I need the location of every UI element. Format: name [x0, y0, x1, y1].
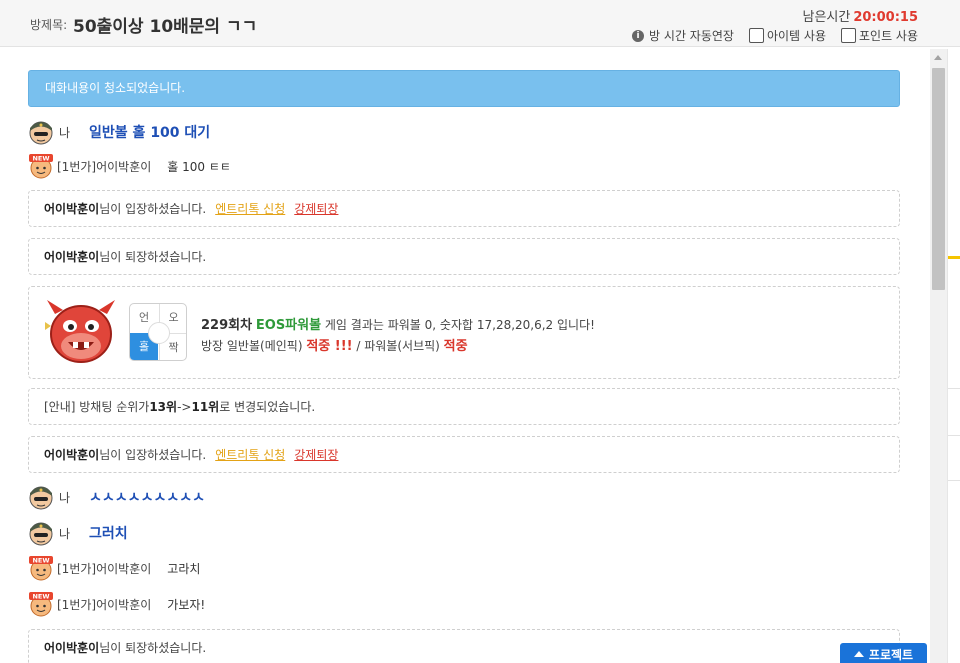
result-main-pick-label: 방장 일반볼(메인픽)	[201, 339, 307, 353]
chat-room-window: 방제목: 50출이상 10배문의 ㄱㄱ 남은시간 20:00:15 i 방 시간 …	[0, 0, 960, 663]
strip-divider	[948, 435, 960, 436]
game-result-card: 언 오 홀 짝 229회차 EOS파워볼 게임 결과는 파워볼 0, 숫자합 1…	[28, 286, 900, 379]
remaining-time-value: 20:00:15	[853, 10, 918, 25]
result-game-name: EOS파워볼	[255, 318, 322, 333]
user-message: NEW [1번가]어이박훈이 가보자!	[28, 591, 205, 617]
user-message-text: 고라치	[167, 561, 201, 576]
my-message: 나 ㅅㅅㅅㅅㅅㅅㅅㅅㅅ	[28, 484, 205, 510]
my-message-text: 일반볼 홀 100 대기	[89, 125, 211, 141]
right-edge-strip	[947, 49, 960, 663]
my-message: 나 그러치	[28, 520, 128, 546]
system-message-enter: 어이박훈이 님이 입장하셨습니다. 엔트리톡 신청 강제퇴장	[28, 436, 900, 473]
chat-scrollbar[interactable]	[930, 49, 947, 663]
new-user-avatar-icon: NEW	[29, 556, 53, 581]
point-use-checkbox[interactable]	[840, 28, 856, 43]
force-kick-link[interactable]: 강제퇴장	[294, 446, 338, 463]
user-name[interactable]: [1번가]어이박훈이	[57, 560, 151, 577]
new-user-avatar-icon: NEW	[29, 592, 53, 617]
soldier-avatar-icon	[29, 486, 53, 510]
result-line-1: 229회차 EOS파워볼 게임 결과는 파워볼 0, 숫자합 17,28,20,…	[201, 314, 595, 333]
result-sub-hit: 적중	[443, 339, 468, 354]
point-use-label: 포인트 사용	[858, 29, 918, 43]
strip-divider	[948, 388, 960, 389]
me-label: 나	[59, 526, 71, 541]
system-text: 님이 퇴장하셨습니다.	[99, 641, 207, 655]
remaining-time-label: 남은시간	[802, 10, 851, 25]
protect-button[interactable]: 프로젝트	[840, 643, 927, 663]
user-message-text: 홀 100 ㅌㅌ	[167, 159, 231, 174]
strip-divider	[948, 480, 960, 481]
system-user-name: 어이박훈이	[44, 448, 100, 462]
arrow-up-icon	[853, 651, 864, 657]
user-message: NEW [1번가]어이박훈이 홀 100 ㅌㅌ	[28, 153, 231, 179]
scrollbar-thumb[interactable]	[932, 68, 945, 290]
me-label: 나	[59, 125, 71, 140]
rank-from: 13위	[149, 400, 178, 414]
system-message-leave: 어이박훈이 님이 퇴장하셨습니다.	[28, 629, 900, 663]
room-options: i 방 시간 자동연장 아이템 사용 포인트 사용	[632, 27, 918, 44]
force-kick-link[interactable]: 강제퇴장	[294, 200, 338, 217]
result-line-2: 방장 일반볼(메인픽) 적중 !!! / 파워볼(서브픽) 적중	[201, 335, 468, 354]
item-use-label: 아이템 사용	[766, 29, 826, 43]
new-user-avatar-icon: NEW	[29, 154, 53, 179]
rank-arrow: ->	[177, 399, 192, 414]
result-main-hit: 적중 !!!	[306, 339, 353, 354]
item-use-checkbox[interactable]	[748, 28, 764, 43]
my-message: 나 일반볼 홀 100 대기	[28, 119, 210, 145]
point-use-option[interactable]: 포인트 사용	[840, 27, 918, 44]
system-user-name: 어이박훈이	[44, 250, 100, 264]
user-name[interactable]: [1번가]어이박훈이	[57, 596, 151, 613]
system-message-leave: 어이박훈이 님이 퇴장하셨습니다.	[28, 238, 900, 275]
svg-text:NEW: NEW	[32, 557, 49, 565]
rank-text: [안내] 방채팅 순위가	[44, 400, 150, 414]
system-text: 님이 입장하셨습니다.	[99, 448, 207, 462]
red-devil-icon	[45, 300, 115, 363]
user-message-text: 가보자!	[167, 597, 206, 612]
auto-extend-label: 방 시간 자동연장	[649, 29, 734, 43]
protect-button-label: 프로젝트	[868, 647, 914, 662]
strip-highlight	[948, 256, 960, 259]
chat-log[interactable]: 대화내용이 청소되었습니다. 나 일반볼 홀 100 대기 NEW [1번가]어…	[0, 49, 930, 663]
rank-to: 11위	[191, 400, 220, 414]
scroll-up-arrow-icon[interactable]	[930, 49, 947, 66]
soldier-avatar-icon	[29, 121, 53, 145]
rank-text-end: 로 변경되었습니다.	[219, 400, 316, 414]
info-icon: i	[632, 29, 645, 42]
soldier-avatar-icon	[29, 522, 53, 546]
svg-text:NEW: NEW	[32, 593, 49, 601]
result-sub-pick-label: / 파워볼(서브픽)	[352, 339, 444, 353]
item-use-option[interactable]: 아이템 사용	[748, 27, 826, 44]
cleared-notice: 대화내용이 청소되었습니다.	[28, 70, 900, 107]
user-name[interactable]: [1번가]어이박훈이	[57, 158, 151, 175]
system-user-name: 어이박훈이	[44, 641, 100, 655]
result-summary: 게임 결과는 파워볼 0, 숫자합 17,28,20,6,2 입니다!	[321, 318, 595, 332]
system-text: 님이 퇴장하셨습니다.	[99, 250, 207, 264]
result-grid: 언 오 홀 짝	[129, 303, 187, 361]
system-message-rank: [안내] 방채팅 순위가 13위 -> 11위 로 변경되었습니다.	[28, 388, 900, 425]
entry-talk-request-link[interactable]: 엔트리톡 신청	[215, 200, 285, 217]
room-header: 방제목: 50출이상 10배문의 ㄱㄱ 남은시간 20:00:15 i 방 시간 …	[0, 0, 960, 47]
room-title-label: 방제목:	[30, 18, 68, 32]
system-user-name: 어이박훈이	[44, 202, 100, 216]
auto-extend-option[interactable]: i 방 시간 자동연장	[632, 27, 734, 44]
my-message-text: ㅅㅅㅅㅅㅅㅅㅅㅅㅅ	[89, 490, 205, 506]
result-round: 229회차	[201, 318, 253, 333]
user-message: NEW [1번가]어이박훈이 고라치	[28, 555, 200, 581]
entry-talk-request-link[interactable]: 엔트리톡 신청	[215, 446, 285, 463]
system-text: 님이 입장하셨습니다.	[99, 202, 207, 216]
remaining-time: 남은시간 20:00:15	[802, 6, 918, 25]
me-label: 나	[59, 490, 71, 505]
svg-text:NEW: NEW	[32, 155, 49, 163]
my-message-text: 그러치	[89, 526, 128, 542]
system-message-enter: 어이박훈이 님이 입장하셨습니다. 엔트리톡 신청 강제퇴장	[28, 190, 900, 227]
room-title: 50출이상 10배문의 ㄱㄱ	[73, 17, 258, 37]
grid-center-dot	[148, 322, 170, 344]
